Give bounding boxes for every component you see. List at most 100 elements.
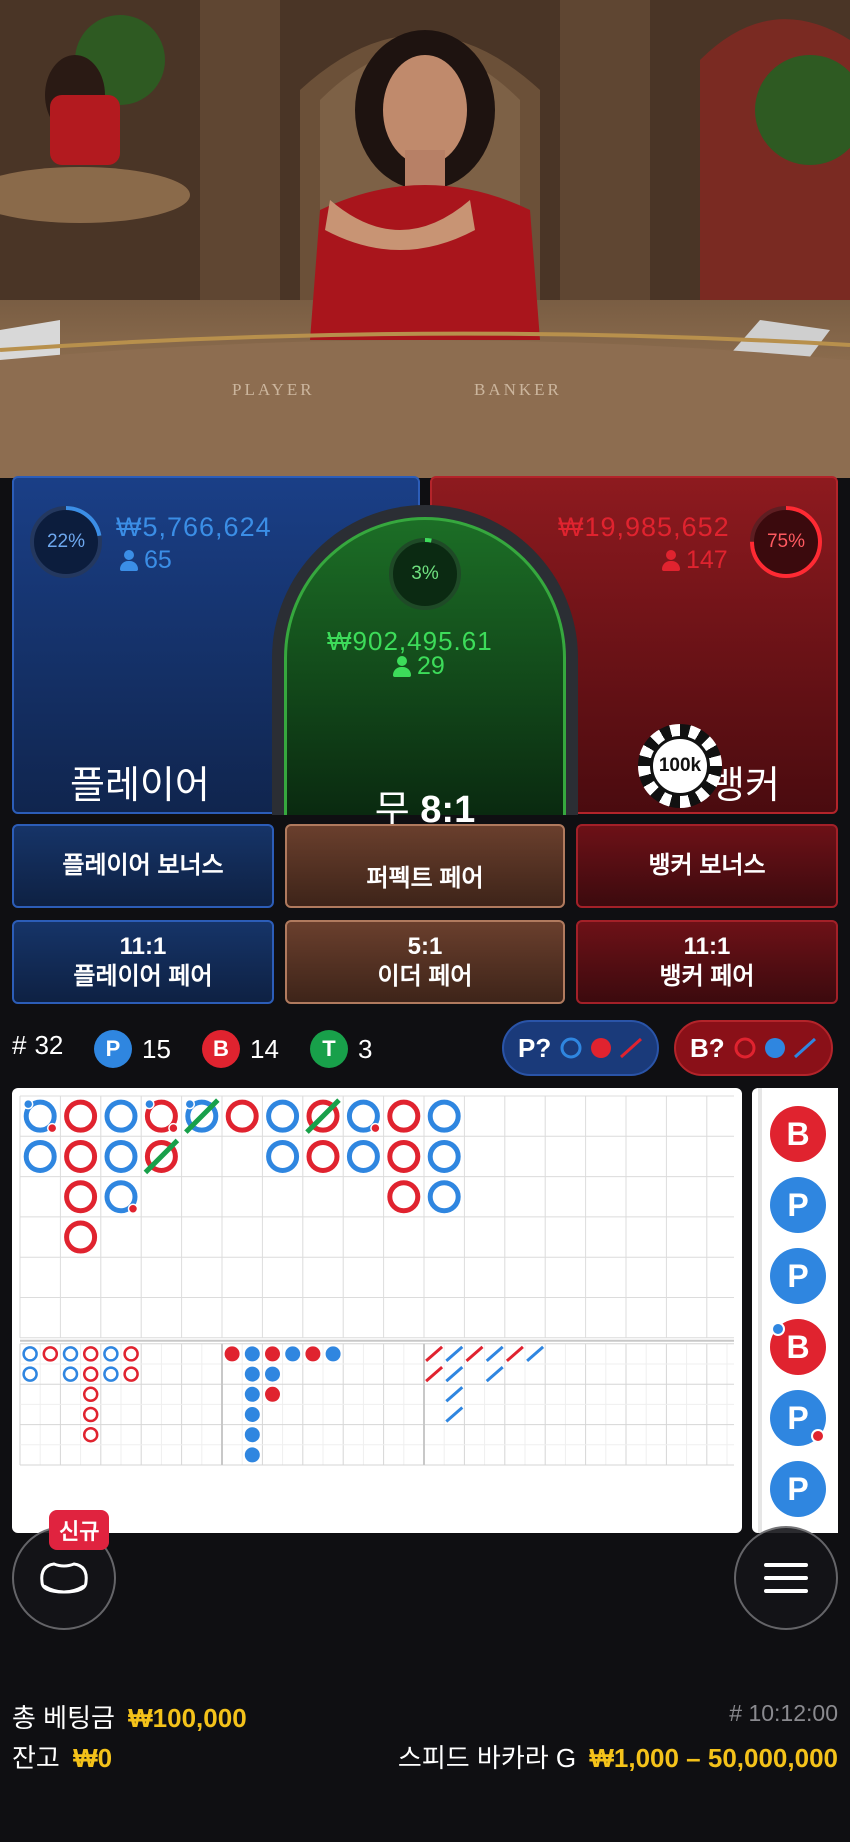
perfect-pair-label: 퍼펙트 페어 (366, 865, 484, 892)
history-letter: P (787, 1400, 808, 1436)
table-banker-label: BANKER (474, 380, 562, 399)
banker-bettor-count: 147 (662, 546, 728, 575)
big-road-mark (225, 1099, 259, 1133)
small-road-mark (305, 1346, 321, 1362)
pair-dot (184, 1098, 196, 1110)
banker-count-value: 147 (686, 546, 728, 574)
total-bet-label: 총 베팅금 (12, 1703, 115, 1733)
menu-button[interactable] (734, 1526, 838, 1630)
game-info: 스피드 바카라 G ₩1,000 – 50,000,000 (398, 1738, 838, 1775)
player-percent: 22% (46, 531, 86, 552)
lobby-table-icon (40, 1562, 88, 1594)
predict-markers-icon (560, 1037, 643, 1059)
big-road-mark (104, 1099, 138, 1133)
banker-pair-button[interactable]: 11:1 뱅커 페어 (576, 920, 838, 1004)
banker-circle-icon: B (202, 1030, 240, 1068)
banker-pair-label: 뱅커 페어 (659, 963, 755, 990)
player-predict-label: P? (518, 1032, 552, 1063)
player-bonus-button[interactable]: 플레이어 보너스 (12, 824, 274, 908)
player-pair-button[interactable]: 11:1 플레이어 페어 (12, 920, 274, 1004)
banker-percent: 75% (766, 531, 806, 552)
pair-dot (811, 1429, 825, 1443)
new-badge: 신규 (49, 1510, 110, 1550)
small-road-mark (244, 1407, 260, 1422)
bead-history-board[interactable]: BPPBPP (752, 1088, 838, 1533)
small-road-mark (244, 1447, 260, 1463)
player-total-amount: ₩5,766,624 (116, 512, 272, 542)
either-pair-button[interactable]: 5:1 이더 페어 (285, 920, 565, 1004)
bead-history-svg: BPPBPP (758, 1088, 826, 1533)
player-win-count: P 15 (94, 1030, 171, 1068)
cockroach-mark (465, 1345, 484, 1363)
total-bet-value: ₩100,000 (128, 1703, 247, 1733)
roadmap-svg (19, 1095, 734, 1466)
small-road-mark (325, 1346, 341, 1362)
perfect-pair-button[interactable]: 퍼펙트 페어 (285, 824, 565, 908)
banker-predict-button[interactable]: B? (674, 1020, 833, 1076)
history-letter: P (787, 1471, 808, 1507)
round-stats-bar: #32 P 15 B 14 T3 P? B? (0, 1016, 850, 1076)
cockroach-mark (485, 1345, 504, 1363)
player-pair-odds: 11:1 (119, 933, 167, 960)
person-icon (120, 549, 138, 572)
history-letter: P (787, 1258, 808, 1294)
tie-percent: 3% (411, 563, 439, 584)
big-eye-mark (62, 1346, 79, 1362)
cockroach-mark (425, 1365, 444, 1383)
tie-bet-area[interactable]: 3% ₩902,495.61 29 무 8:1 (272, 505, 578, 831)
total-bet: 총 베팅금 ₩100,000 (12, 1698, 247, 1735)
cockroach-mark (425, 1345, 444, 1363)
big-eye-mark (22, 1346, 38, 1362)
roadmap-board[interactable] (12, 1088, 742, 1533)
bet-limits: ₩1,000 – 50,000,000 (589, 1743, 838, 1773)
big-road-mark (427, 1180, 461, 1214)
small-road-mark (265, 1366, 280, 1382)
big-road-mark (266, 1099, 300, 1133)
cockroach-mark (485, 1365, 504, 1383)
big-road-mark (64, 1180, 98, 1214)
big-road-mark (64, 1139, 98, 1173)
big-road-mark (266, 1139, 300, 1173)
banker-pair-odds: 11:1 (683, 933, 731, 960)
big-road-mark (427, 1099, 461, 1133)
pair-dot (370, 1122, 381, 1134)
big-road-mark (64, 1220, 98, 1254)
either-pair-label: 이더 페어 (377, 963, 473, 990)
big-eye-mark (82, 1366, 99, 1382)
pair-dot (144, 1098, 155, 1110)
big-eye-mark (62, 1366, 79, 1382)
player-bonus-label: 플레이어 보너스 (62, 852, 224, 879)
big-road-mark (387, 1180, 421, 1214)
big-eye-mark (103, 1346, 119, 1362)
small-road-mark (244, 1346, 260, 1362)
banker-win-count: B 14 (202, 1030, 279, 1068)
table-player-label: PLAYER (232, 380, 315, 399)
big-eye-mark (123, 1366, 139, 1382)
cockroach-mark (505, 1345, 524, 1363)
round-id: # 10:12:00 (729, 1700, 838, 1726)
banker-bonus-button[interactable]: 뱅커 보너스 (576, 824, 838, 908)
tie-inner: 3% ₩902,495.61 29 무 8:1 (284, 517, 566, 831)
big-road-mark (64, 1099, 98, 1133)
person-icon (393, 655, 411, 678)
player-bettor-count: 65 (120, 546, 172, 575)
big-eye-mark (82, 1386, 99, 1403)
banker-predict-label: B? (690, 1032, 725, 1063)
balance: 잔고 ₩0 (12, 1738, 112, 1775)
pair-dot (127, 1203, 139, 1214)
big-road-mark (23, 1139, 57, 1173)
small-road-mark (244, 1386, 260, 1402)
big-road-mark (387, 1139, 421, 1173)
chip-100k-icon[interactable]: 100k (638, 724, 722, 808)
small-road-mark (224, 1346, 240, 1362)
player-predict-button[interactable]: P? (502, 1020, 660, 1076)
cockroach-mark (445, 1406, 464, 1423)
big-eye-mark (82, 1346, 99, 1362)
small-road-mark (285, 1346, 301, 1362)
round-count-value: 32 (34, 1030, 64, 1060)
small-road-mark (244, 1427, 260, 1443)
big-eye-mark (82, 1426, 99, 1443)
either-pair-odds: 5:1 (407, 933, 443, 960)
big-road-mark (427, 1139, 461, 1173)
small-road-mark (244, 1366, 260, 1382)
